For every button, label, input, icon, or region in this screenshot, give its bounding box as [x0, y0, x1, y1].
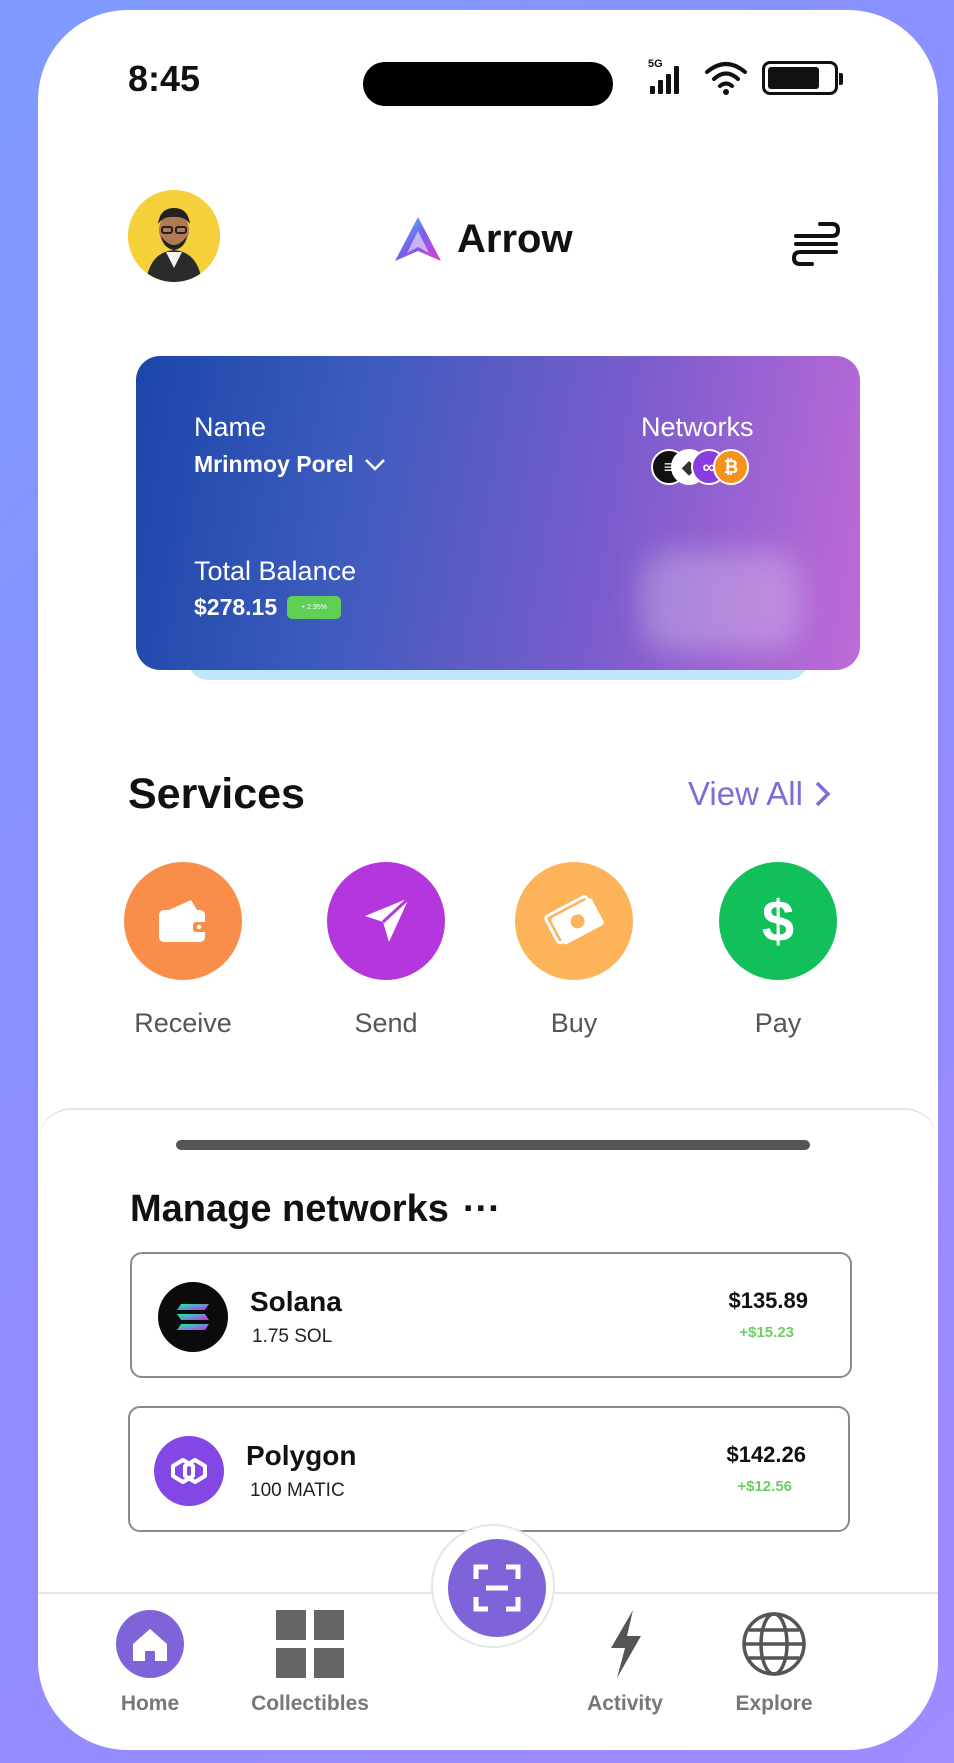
service-pay[interactable]: $ Pay	[713, 862, 843, 1039]
app-title: Arrow	[457, 216, 573, 261]
network-amount: 1.75 SOL	[252, 1326, 333, 1347]
tab-activity[interactable]: Activity	[550, 1608, 700, 1716]
tab-label: Collectibles	[251, 1692, 369, 1715]
account-name: Mrinmoy Porel	[194, 451, 354, 477]
wallet-icon	[124, 862, 242, 980]
network-row-polygon[interactable]: Polygon 100 MATIC $142.26 +$12.56	[128, 1406, 850, 1532]
services-title: Services	[128, 770, 305, 818]
view-all-label: View All	[688, 775, 803, 812]
arrow-logo-icon	[395, 217, 441, 261]
networks-label: Networks	[641, 412, 754, 442]
home-icon	[116, 1610, 184, 1678]
service-buy[interactable]: Buy	[509, 862, 639, 1039]
scan-button[interactable]	[448, 1539, 546, 1637]
total-balance-label: Total Balance	[194, 556, 357, 586]
app-brand: Arrow	[393, 215, 573, 263]
manage-networks-header: Manage networks ···	[130, 1188, 501, 1231]
service-label: Pay	[754, 1008, 802, 1038]
total-balance: $278.15 + 2.95%	[194, 594, 342, 621]
scan-icon	[473, 1564, 521, 1612]
chevron-down-icon	[364, 458, 385, 471]
avatar-illustration-icon	[128, 190, 220, 282]
status-time: 8:45	[128, 58, 201, 99]
grid-icon	[276, 1610, 344, 1678]
network-name: Polygon	[246, 1440, 357, 1471]
send-arrow-icon	[327, 862, 445, 980]
dynamic-island	[363, 62, 613, 106]
cash-icon	[515, 862, 633, 980]
lightning-icon	[611, 1610, 641, 1678]
card-glow	[641, 551, 801, 651]
status-icons: 5G	[648, 58, 843, 98]
network-type: 5G	[648, 58, 663, 70]
network-row-solana[interactable]: Solana 1.75 SOL $135.89 +$15.23	[130, 1252, 852, 1378]
service-label: Buy	[550, 1008, 598, 1038]
globe-icon	[742, 1612, 806, 1676]
network-name: Solana	[250, 1286, 342, 1317]
network-change: +$15.23	[739, 1324, 794, 1341]
service-send[interactable]: Send	[321, 862, 451, 1039]
tab-label: Activity	[587, 1692, 663, 1715]
network-amount: 100 MATIC	[250, 1480, 345, 1501]
more-options-icon[interactable]: ···	[463, 1188, 501, 1231]
tab-explore[interactable]: Explore	[699, 1608, 849, 1716]
user-avatar[interactable]	[128, 190, 220, 282]
network-change: +$12.56	[737, 1478, 792, 1495]
wifi-icon	[705, 62, 747, 95]
chevron-right-icon	[815, 781, 831, 807]
cellular-signal-icon: 5G	[648, 58, 690, 98]
manage-networks-title: Manage networks	[130, 1188, 449, 1230]
phone-screen: 8:45 5G Arrow Name Mrinmoy Porel Network…	[38, 10, 938, 1750]
account-name-dropdown[interactable]: Mrinmoy Porel	[194, 451, 386, 478]
network-icons: ≡ ◆ ∞ ₿	[651, 449, 761, 489]
network-usd-value: $135.89	[728, 1288, 808, 1313]
wallet-card[interactable]: Name Mrinmoy Porel Networks ≡ ◆ ∞ ₿ Tota…	[136, 356, 860, 670]
balance-change-badge: + 2.95%	[287, 596, 342, 619]
balance-amount: $278.15	[194, 594, 278, 620]
tab-collectibles[interactable]: Collectibles	[235, 1608, 385, 1716]
service-receive[interactable]: Receive	[118, 862, 248, 1039]
network-usd-value: $142.26	[726, 1442, 806, 1467]
tab-home[interactable]: Home	[75, 1608, 225, 1716]
polygon-logo-icon	[154, 1436, 224, 1506]
dollar-icon: $	[719, 862, 837, 980]
battery-icon	[762, 61, 843, 95]
swap-menu-icon[interactable]	[790, 220, 842, 266]
bitcoin-icon: ₿	[713, 449, 749, 485]
service-label: Receive	[134, 1008, 232, 1038]
sheet-drag-handle[interactable]	[176, 1140, 810, 1150]
name-label: Name	[194, 412, 267, 442]
solana-logo-icon	[158, 1282, 228, 1352]
tab-label: Explore	[735, 1692, 813, 1715]
tab-label: Home	[120, 1692, 180, 1715]
service-label: Send	[354, 1008, 418, 1038]
view-all-link[interactable]: View All	[688, 775, 831, 813]
